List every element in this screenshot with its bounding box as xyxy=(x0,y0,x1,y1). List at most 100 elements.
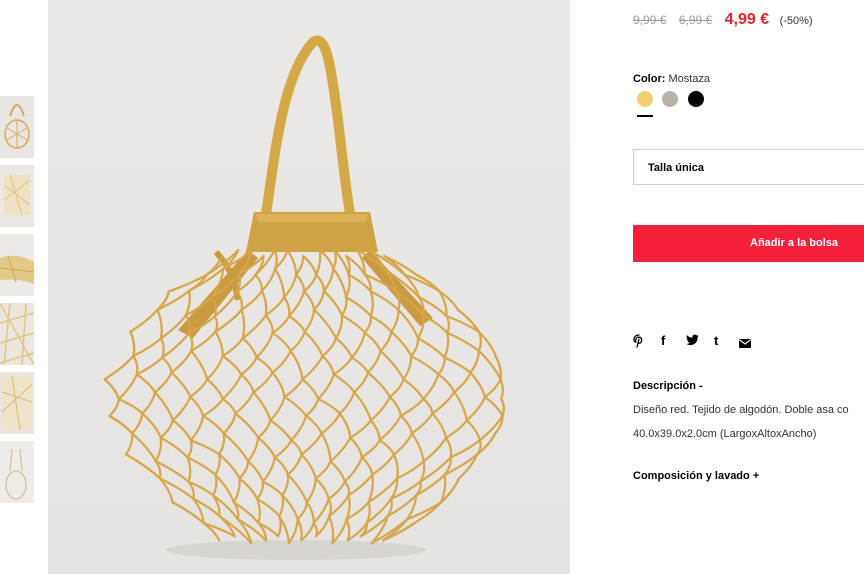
color-label: Color: Mostaza xyxy=(633,73,710,85)
net-strand xyxy=(399,414,413,435)
color-swatch-mostaza[interactable] xyxy=(637,91,653,107)
net-strand xyxy=(312,497,330,525)
net-strand xyxy=(349,419,372,439)
net-strand xyxy=(201,397,224,418)
net-strand xyxy=(213,315,219,333)
net-strand xyxy=(273,456,290,476)
net-strand xyxy=(465,395,487,422)
net-strand xyxy=(395,460,425,480)
net-strand xyxy=(131,412,144,435)
net-strand xyxy=(257,419,272,439)
net-strand xyxy=(340,296,348,317)
net-strand xyxy=(312,289,326,311)
pinterest-icon[interactable] xyxy=(633,334,645,350)
net-strand xyxy=(390,308,400,333)
color-swatch-negro[interactable] xyxy=(688,91,704,107)
thumbnail-5[interactable] xyxy=(0,372,34,434)
net-strand xyxy=(392,432,413,456)
net-strand xyxy=(483,378,502,399)
net-strand xyxy=(422,373,440,400)
net-strand xyxy=(264,296,286,317)
net-strand xyxy=(281,494,299,521)
thumbnail-1[interactable] xyxy=(0,96,34,158)
net-strand xyxy=(327,480,346,500)
net-strand xyxy=(332,373,356,394)
thumbnail-4[interactable] xyxy=(0,303,34,365)
thumbnail-6[interactable] xyxy=(0,441,34,503)
facebook-icon[interactable]: f xyxy=(661,333,665,349)
net-strand xyxy=(349,436,364,459)
net-strand xyxy=(154,436,163,463)
price-row: 9,99 € 6,99 € 4,99 € (-50%) xyxy=(633,11,813,31)
description-header[interactable]: Descripción - xyxy=(633,380,703,392)
thumbnail-3[interactable] xyxy=(0,234,34,296)
net-strand xyxy=(369,290,374,318)
net-strand xyxy=(184,289,191,317)
net-strand xyxy=(369,419,381,442)
net-strand xyxy=(156,308,163,340)
net-strand xyxy=(353,391,372,422)
net-strand xyxy=(221,373,243,401)
add-to-bag-button[interactable]: Añadir a la bolsa xyxy=(633,225,864,262)
description-line-2: 40.0x39.0x2.0cm (LargoxAltoxAncho) xyxy=(633,428,817,440)
net-strand xyxy=(350,331,366,359)
color-value: Mostaza xyxy=(668,73,711,85)
net-strand xyxy=(322,289,343,317)
product-image[interactable] xyxy=(48,0,570,574)
net-strand xyxy=(345,518,351,542)
net-strand xyxy=(255,356,274,374)
net-strand xyxy=(388,378,405,399)
net-strand xyxy=(159,419,174,439)
net-strand xyxy=(108,414,134,435)
net-strand xyxy=(321,337,338,358)
net-strand xyxy=(303,308,316,333)
net-strand xyxy=(331,518,348,545)
net-strand xyxy=(189,378,209,398)
net-strand xyxy=(103,354,135,381)
net-strand xyxy=(444,436,453,459)
net-strand xyxy=(456,308,481,333)
thumbnail-2[interactable] xyxy=(0,165,34,227)
net-strand xyxy=(378,414,402,442)
net-strand xyxy=(289,349,304,381)
current-price: 4,99 € xyxy=(724,11,770,28)
net-strand xyxy=(327,497,333,518)
net-strand xyxy=(161,356,173,374)
twitter-icon[interactable] xyxy=(686,334,699,350)
net-strand xyxy=(186,456,192,483)
composition-toggle: + xyxy=(752,470,760,482)
net-strand xyxy=(422,436,448,463)
size-select[interactable]: Talla única xyxy=(633,149,864,185)
net-strand xyxy=(371,453,395,476)
net-strand xyxy=(422,314,449,334)
net-strand xyxy=(360,439,381,459)
net-strand xyxy=(260,267,277,292)
net-strand xyxy=(305,501,315,525)
net-strand xyxy=(287,290,306,318)
size-select-value: Talla única xyxy=(648,162,705,174)
net-strand xyxy=(469,349,480,374)
email-icon[interactable] xyxy=(739,336,751,352)
net-strand xyxy=(314,460,332,480)
net-strand xyxy=(312,308,338,340)
tumblr-icon[interactable]: t xyxy=(714,333,718,349)
color-swatch-beige[interactable] xyxy=(662,91,678,107)
composition-header[interactable]: Composición y lavado + xyxy=(633,470,759,482)
net-strand xyxy=(234,391,255,415)
net-strand xyxy=(379,349,405,381)
net-strand xyxy=(410,432,425,463)
net-strand xyxy=(332,356,353,376)
description-title: Descripción xyxy=(633,380,696,392)
net-strand xyxy=(261,456,276,483)
net-strand xyxy=(353,371,370,394)
net-strand xyxy=(238,477,259,501)
net-strand xyxy=(153,391,174,422)
net-strand xyxy=(276,515,282,538)
discount-badge: (-50%) xyxy=(779,15,813,27)
net-strand xyxy=(261,480,284,497)
net-strand xyxy=(222,432,250,463)
net-strand xyxy=(212,494,239,521)
net-strand xyxy=(329,460,346,483)
net-strand xyxy=(271,314,291,334)
original-price: 9,99 € xyxy=(633,13,667,27)
